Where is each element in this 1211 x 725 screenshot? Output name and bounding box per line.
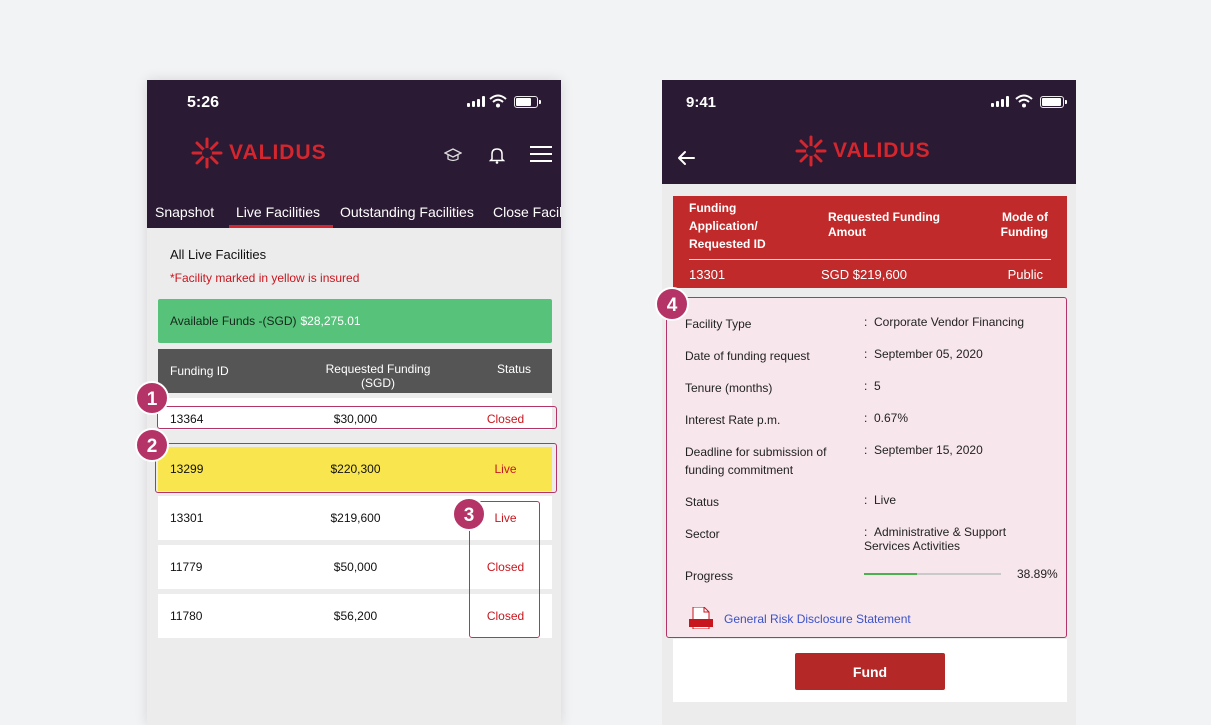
battery-icon bbox=[1040, 96, 1067, 108]
cell-amount: $56,200 bbox=[333, 609, 378, 623]
detail-label-tenure: Tenure (months) bbox=[685, 381, 773, 395]
detail-label-deadline: Deadline for submission of funding commi… bbox=[685, 445, 827, 477]
detail-separator: : bbox=[864, 443, 868, 457]
detail-label-interest-rate: Interest Rate p.m. bbox=[685, 413, 781, 427]
fund-button[interactable]: Fund bbox=[795, 653, 945, 690]
hamburger-menu-icon[interactable] bbox=[530, 146, 552, 162]
funding-summary-header: Funding Application/ Requested ID Reques… bbox=[673, 196, 1067, 288]
heading-line: Mode of bbox=[1002, 210, 1048, 224]
detail-value-status: Live bbox=[874, 493, 897, 507]
wifi-icon bbox=[489, 94, 507, 108]
signal-icon bbox=[467, 96, 485, 107]
tab-live-facilities[interactable]: Live Facilities bbox=[236, 204, 320, 220]
cell-funding-id: 11779 bbox=[170, 560, 203, 574]
col-mode-heading: Mode of Funding bbox=[1001, 210, 1048, 240]
detail-separator: : bbox=[864, 379, 868, 393]
detail-label-progress: Progress bbox=[685, 569, 734, 583]
cell-funding-id: 11780 bbox=[170, 609, 203, 623]
requested-amount-value: SGD $219,600 bbox=[821, 267, 908, 282]
progress-percentage: 38.89% bbox=[1017, 567, 1058, 581]
status-time: 9:41 bbox=[686, 94, 717, 111]
brand-name: VALIDUS bbox=[229, 141, 327, 164]
annotation-badge-2: 2 bbox=[135, 428, 169, 462]
col-requested-amount-heading: Requested Funding Amout bbox=[828, 210, 940, 240]
table-header: Funding ID Requested Funding (SGD) Statu… bbox=[158, 349, 552, 393]
active-tab-indicator bbox=[229, 225, 333, 228]
detail-value-sector: Administrative & Support Services Activi… bbox=[864, 525, 1007, 553]
header-status: Status bbox=[497, 362, 532, 376]
facility-tabs: Snapshot Live Facilities Outstanding Fac… bbox=[147, 184, 561, 228]
annotation-badge-4: 4 bbox=[655, 287, 689, 321]
heading-line: Funding bbox=[689, 201, 737, 215]
heading-line: Amout bbox=[828, 225, 866, 239]
detail-separator: : bbox=[864, 411, 868, 425]
annotation-badge-3: 3 bbox=[452, 497, 486, 531]
back-arrow-icon[interactable] bbox=[677, 150, 695, 166]
battery-icon bbox=[514, 96, 541, 108]
detail-value-request-date: September 05, 2020 bbox=[874, 347, 983, 361]
graduation-cap-icon[interactable] bbox=[444, 146, 462, 164]
cell-funding-id: 13301 bbox=[170, 511, 204, 525]
heading-line: Funding bbox=[1000, 225, 1048, 239]
cell-amount: $219,600 bbox=[330, 511, 381, 525]
phone-facility-detail: 9:41 VALIDUS Funding Application/ Reques… bbox=[662, 80, 1076, 725]
validus-logo: VALIDUS bbox=[191, 137, 327, 169]
app-header: VALIDUS bbox=[662, 124, 1076, 184]
available-funds-bar: Available Funds -(SGD) $28,275.01 bbox=[158, 299, 552, 343]
detail-label-request-date: Date of funding request bbox=[685, 349, 810, 363]
detail-value-facility-type: Corporate Vendor Financing bbox=[874, 315, 1025, 329]
progress-bar bbox=[864, 573, 1001, 575]
available-funds-label: Available Funds -(SGD) bbox=[170, 314, 297, 328]
status-bar: 9:41 bbox=[662, 80, 1076, 124]
section-title: All Live Facilities bbox=[170, 247, 267, 262]
annotation-badge-1: 1 bbox=[135, 381, 169, 415]
status-time: 5:26 bbox=[187, 94, 220, 111]
detail-value-interest-rate: 0.67% bbox=[874, 411, 909, 425]
detail-label-sector: Sector bbox=[685, 527, 720, 541]
status-bar: 5:26 bbox=[147, 80, 561, 124]
detail-separator: : bbox=[864, 315, 868, 329]
bell-icon[interactable] bbox=[489, 146, 505, 164]
detail-value-deadline: September 15, 2020 bbox=[874, 443, 983, 457]
risk-disclosure-link[interactable]: General Risk Disclosure Statement bbox=[724, 612, 911, 626]
detail-value-tenure: 5 bbox=[874, 379, 881, 393]
funding-id-value: 13301 bbox=[689, 267, 726, 282]
header-divider bbox=[689, 259, 1051, 260]
facility-details-panel: Facility Type : Corporate Vendor Financi… bbox=[666, 297, 1067, 638]
header-requested-funding: Requested Funding bbox=[325, 362, 431, 376]
detail-label-facility-type: Facility Type bbox=[685, 317, 752, 331]
header-funding-id: Funding ID bbox=[170, 364, 229, 378]
validus-logo: VALIDUS bbox=[795, 135, 931, 167]
funding-mode-value: Public bbox=[1007, 267, 1043, 282]
heading-line: Application/ bbox=[689, 219, 758, 233]
tab-close-facilities[interactable]: Close Facili bbox=[493, 204, 561, 220]
heading-line: Requested ID bbox=[689, 237, 766, 251]
pdf-icon bbox=[689, 607, 713, 629]
col-funding-id-heading: Funding Application/ Requested ID bbox=[689, 199, 766, 253]
validus-star-icon bbox=[191, 137, 223, 169]
cell-amount: $50,000 bbox=[333, 560, 378, 574]
phone-live-facilities: 5:26 VALIDUS Snapshot Live Facilities Ou… bbox=[147, 80, 561, 725]
brand-name: VALIDUS bbox=[833, 139, 931, 162]
insured-note: *Facility marked in yellow is insured bbox=[170, 271, 360, 285]
fund-action-area: Fund bbox=[673, 639, 1067, 702]
detail-separator: : bbox=[864, 493, 868, 507]
progress-bar-fill bbox=[864, 573, 918, 575]
wifi-icon bbox=[1015, 94, 1033, 108]
detail-label-status: Status bbox=[685, 495, 720, 509]
highlight-row-2 bbox=[155, 443, 557, 493]
header-requested-funding-unit: (SGD) bbox=[361, 376, 395, 390]
signal-icon bbox=[991, 96, 1009, 107]
highlight-row-1 bbox=[157, 406, 557, 429]
validus-star-icon bbox=[795, 135, 827, 167]
heading-line: Requested Funding bbox=[828, 210, 940, 224]
available-funds-value: $28,275.01 bbox=[300, 314, 361, 328]
app-header: VALIDUS bbox=[147, 124, 561, 184]
detail-separator: : bbox=[864, 347, 868, 361]
tab-outstanding-facilities[interactable]: Outstanding Facilities bbox=[340, 204, 474, 220]
tab-snapshot[interactable]: Snapshot bbox=[155, 204, 214, 220]
